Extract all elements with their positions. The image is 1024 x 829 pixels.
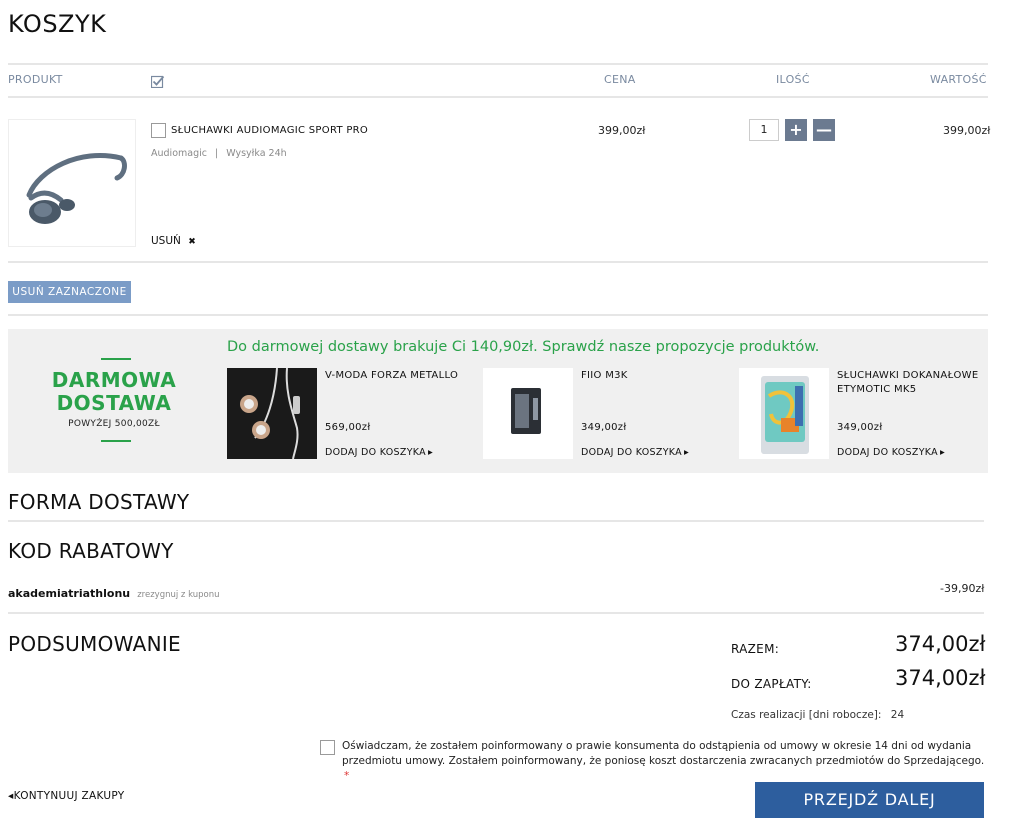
free-shipping-banner: DARMOWA DOSTAWA POWYŻEJ 500,00ZŁ Do darm… (8, 329, 988, 473)
summary-title: PODSUMOWANIE (8, 632, 181, 656)
continue-shopping-link[interactable]: ◂KONTYNUUJ ZAKUPY (8, 790, 124, 802)
earphones-box-image (739, 368, 829, 459)
fulfillment-time-label: Czas realizacji [dni robocze]: (731, 709, 882, 721)
recommendation-name[interactable]: V-MODA FORZA METALLO (325, 369, 465, 383)
add-to-cart-label: DODAJ DO KOSZYKA (581, 447, 682, 458)
remove-label: USUŃ (151, 235, 181, 247)
item-brand[interactable]: Audiomagic (151, 148, 207, 159)
quantity-increase-button[interactable]: + (785, 119, 807, 141)
item-name[interactable]: SŁUCHAWKI AUDIOMAGIC SPORT PRO (171, 124, 368, 138)
recommendation-price: 349,00zł (837, 422, 883, 433)
discount-section-title[interactable]: KOD RABATOWY (8, 539, 174, 563)
recommendation-name[interactable]: FIIO M3K (581, 369, 721, 383)
consent-statement: Oświadczam, że zostałem poinformowany o … (342, 740, 985, 767)
free-shipping-threshold: POWYŻEJ 500,00ZŁ (68, 419, 160, 429)
recommendation-price: 569,00zł (325, 422, 371, 433)
coupon-code: akademiatriathlonu (8, 587, 131, 600)
recommendation-image[interactable] (739, 368, 829, 459)
quantity-input[interactable]: 1 (749, 119, 779, 141)
remove-selected-button[interactable]: USUŃ ZAZNACZONE (8, 281, 131, 303)
arrow-right-icon: ▸ (427, 447, 434, 458)
column-header-value: WARTOŚĆ (930, 73, 987, 86)
headphones-image (9, 120, 135, 246)
fulfillment-time-value: 24 (890, 709, 905, 721)
free-shipping-title: DARMOWA DOSTAWA (48, 369, 180, 415)
coupon-row: akademiatriathlonu zrezygnuj z kuponu (8, 582, 220, 601)
meta-separator: | (215, 148, 219, 159)
add-to-cart-link[interactable]: DODAJ DO KOSZYKA ▸ (581, 447, 689, 458)
to-pay-label: DO ZAPŁATY: (731, 677, 812, 691)
divider (8, 63, 988, 65)
free-shipping-title-line2: DOSTAWA (56, 391, 172, 415)
remove-item-link[interactable]: USUŃ ✖ (151, 235, 196, 247)
arrow-right-icon: ▸ (939, 447, 946, 458)
add-to-cart-link[interactable]: DODAJ DO KOSZYKA ▸ (325, 447, 433, 458)
arrow-right-icon: ▸ (683, 447, 690, 458)
to-pay-value: 374,00zł (895, 666, 986, 690)
discount-amount: -39,90zł (940, 582, 985, 595)
add-to-cart-link[interactable]: DODAJ DO KOSZYKA ▸ (837, 447, 945, 458)
proceed-button[interactable]: PRZEJDŹ DALEJ (755, 782, 984, 818)
accent-line (101, 358, 131, 360)
item-value: 399,00zł (943, 124, 991, 137)
add-to-cart-label: DODAJ DO KOSZYKA (837, 447, 938, 458)
item-checkbox[interactable] (151, 123, 166, 138)
delivery-section-title[interactable]: FORMA DOSTAWY (8, 490, 189, 514)
column-header-qty: ILOŚĆ (776, 73, 810, 86)
total-value: 374,00zł (895, 632, 986, 656)
divider (8, 261, 988, 263)
divider (8, 96, 988, 98)
product-image[interactable] (8, 119, 136, 247)
total-label: RAZEM: (731, 642, 780, 656)
item-shipping: Wysyłka 24h (226, 148, 287, 159)
recommendation-image[interactable] (483, 368, 573, 459)
quantity-decrease-button[interactable]: — (813, 119, 835, 141)
continue-shopping-label: KONTYNUUJ ZAKUPY (13, 790, 125, 802)
item-price: 399,00zł (598, 124, 646, 137)
earphones-image (227, 368, 317, 459)
column-header-price: CENA (604, 73, 636, 86)
fulfillment-time: Czas realizacji [dni robocze]: 24 (731, 709, 904, 721)
recommendation-name[interactable]: SŁUCHAWKI DOKANAŁOWE ETYMOTIC MK5 (837, 369, 982, 397)
check-all-icon[interactable] (150, 73, 165, 89)
remove-coupon-link[interactable]: zrezygnuj z kuponu (137, 590, 219, 600)
add-to-cart-label: DODAJ DO KOSZYKA (325, 447, 426, 458)
divider (8, 314, 988, 316)
free-shipping-message: Do darmowej dostawy brakuje Ci 140,90zł.… (227, 339, 820, 355)
consent-text: Oświadczam, że zostałem poinformowany o … (342, 739, 987, 784)
music-player-image (483, 368, 573, 459)
required-marker: * (344, 770, 350, 782)
consent-checkbox[interactable] (320, 740, 335, 755)
accent-line (101, 440, 131, 442)
divider (8, 520, 984, 522)
page-title: KOSZYK (8, 10, 107, 38)
free-shipping-title-line1: DARMOWA (51, 368, 177, 392)
close-icon: ✖ (188, 237, 196, 247)
item-meta: Audiomagic | Wysyłka 24h (151, 148, 287, 159)
divider (8, 612, 984, 614)
recommendation-image[interactable] (227, 368, 317, 459)
recommendation-price: 349,00zł (581, 422, 627, 433)
column-header-product: PRODUKT (8, 73, 63, 86)
